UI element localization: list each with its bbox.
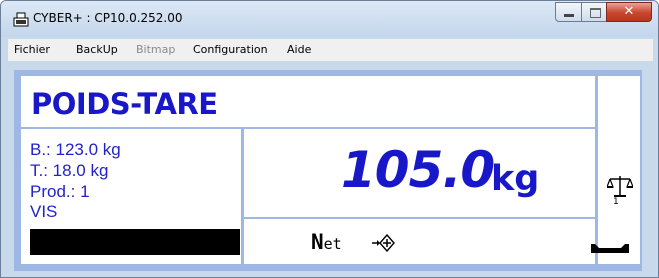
weight-unit: kg [491,159,540,199]
scale-number: 1 [613,197,619,207]
menu-aide[interactable]: Aide [287,43,311,56]
close-icon: ✕ [623,4,635,19]
weight-value: 105.0 [341,141,495,199]
net-small: et [323,235,342,253]
status-panel [244,219,595,264]
tare-weight: T.: 18.0 kg [30,161,109,180]
screw-label: VIS [30,202,58,221]
menu-bar: Fichier BackUp Bitmap Configuration Aide [8,39,653,61]
net-indicator: Net [311,230,342,254]
minimize-icon [564,14,574,17]
app-window: CYBER+ : CP10.0.252.00 ✕ Fichier BackUp … [0,0,659,278]
product-number: Prod.: 1 [30,182,90,201]
menu-configuration[interactable]: Configuration [193,43,268,56]
title-bar[interactable]: CYBER+ : CP10.0.252.00 ✕ [1,1,658,37]
maximize-icon [590,8,601,18]
maximize-button[interactable] [581,2,607,22]
menu-bitmap[interactable]: Bitmap [136,43,175,56]
mode-title: POIDS-TARE [31,87,218,121]
zero-icon [372,234,395,252]
close-button[interactable]: ✕ [606,2,652,22]
gross-weight: B.: 123.0 kg [30,140,121,159]
menu-fichier[interactable]: Fichier [14,43,50,56]
scale-icon [607,176,633,197]
menu-backup[interactable]: BackUp [76,43,118,56]
net-big: N [311,230,324,254]
stable-icon [591,244,629,253]
scale-panel [598,76,640,264]
window-title: CYBER+ : CP10.0.252.00 [33,11,183,25]
minimize-button[interactable] [555,2,582,22]
message-bar [30,229,240,255]
app-icon [13,12,29,27]
